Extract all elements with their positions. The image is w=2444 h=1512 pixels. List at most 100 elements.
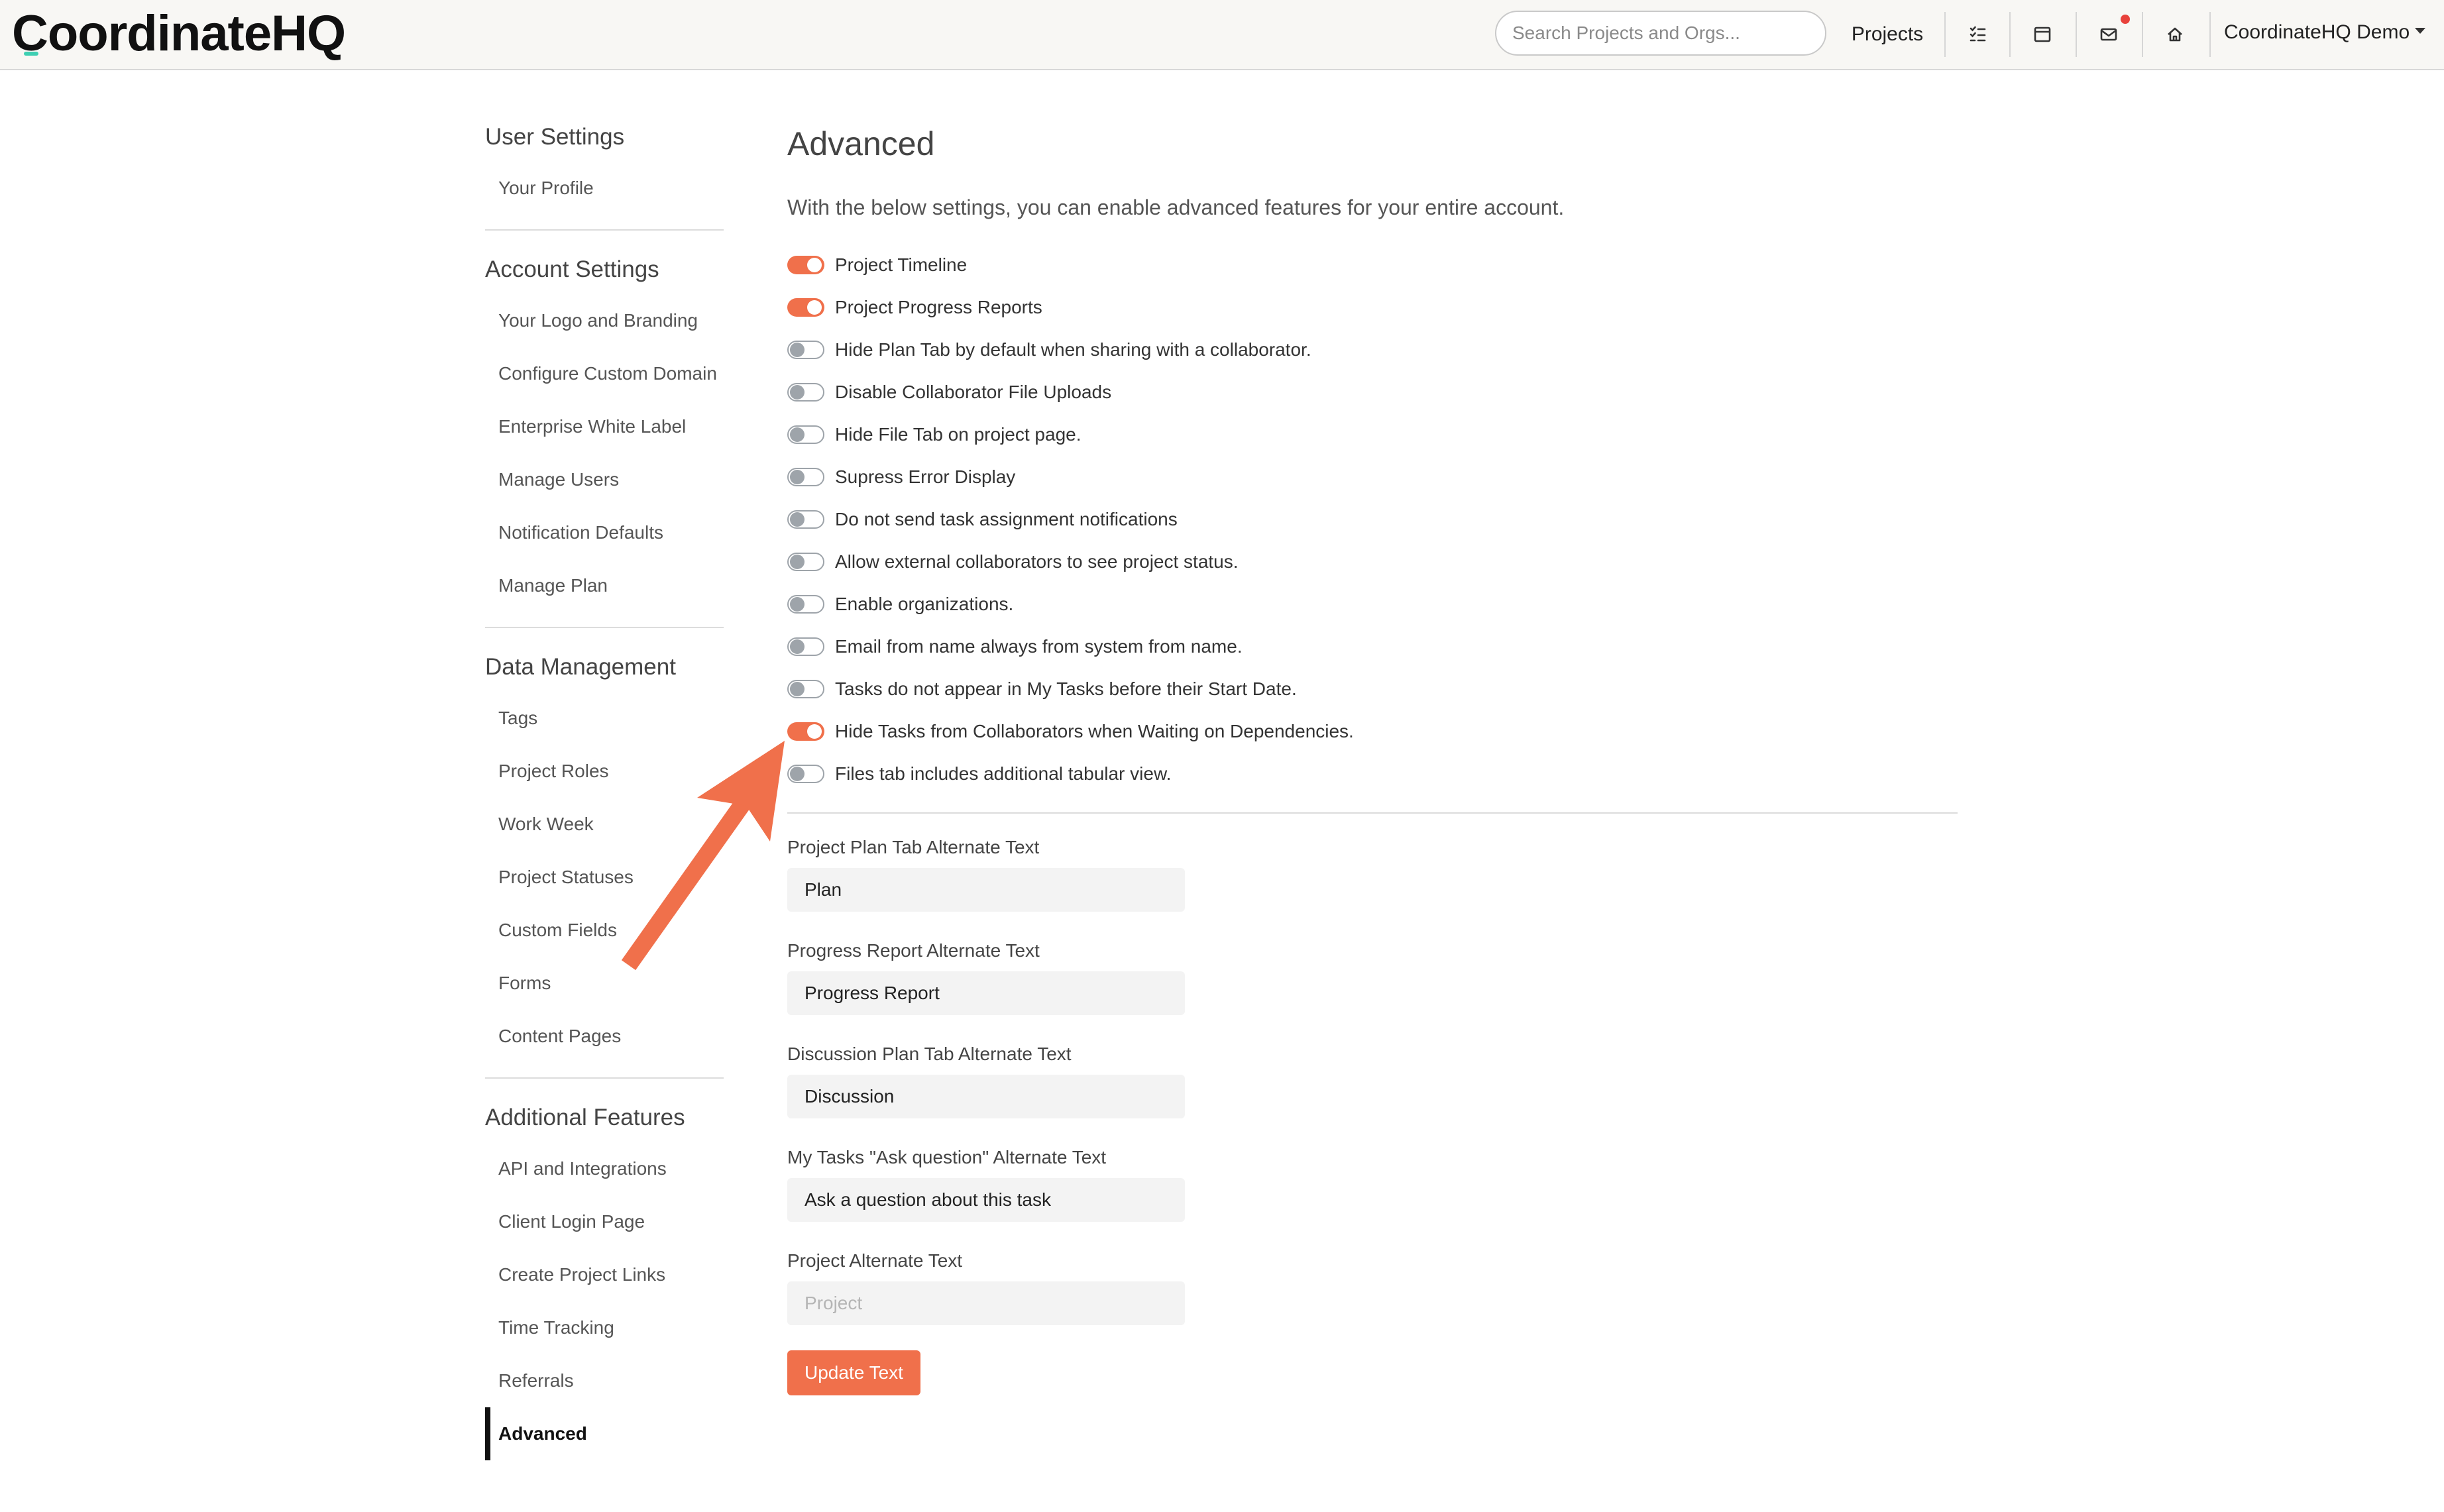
- toggle-row: Disable Collaborator File Uploads: [787, 371, 1958, 413]
- toggle-row: Hide File Tab on project page.: [787, 413, 1958, 456]
- account-label: CoordinateHQ Demo: [2224, 21, 2410, 43]
- progress-report-text-input[interactable]: [787, 971, 1185, 1015]
- toggle-knob: [790, 639, 805, 654]
- toggle-label: Supress Error Display: [835, 466, 1016, 487]
- sidebar-divider: [485, 1077, 724, 1079]
- ask-question-text-input[interactable]: [787, 1178, 1185, 1222]
- sidebar-heading-account-settings: Account Settings: [485, 256, 659, 282]
- toggle-row: Tasks do not appear in My Tasks before t…: [787, 668, 1958, 710]
- toggle-switch[interactable]: [787, 383, 824, 402]
- toggle-label: Hide File Tab on project page.: [835, 424, 1082, 445]
- toggle-knob: [807, 300, 822, 315]
- update-text-button[interactable]: Update Text: [787, 1350, 920, 1395]
- sidebar-item-create-project-links[interactable]: Create Project Links: [485, 1248, 724, 1301]
- toggle-knob: [790, 555, 805, 569]
- calendar-icon[interactable]: [2023, 15, 2062, 54]
- toggle-row: Do not send task assignment notification…: [787, 498, 1958, 541]
- toggle-knob: [790, 597, 805, 612]
- toggle-label: Project Progress Reports: [835, 297, 1042, 317]
- toggle-row: Hide Plan Tab by default when sharing wi…: [787, 329, 1958, 371]
- toggle-switch[interactable]: [787, 468, 824, 486]
- sidebar-item-manage-plan[interactable]: Manage Plan: [485, 559, 724, 612]
- caret-down-icon: [2415, 27, 2426, 34]
- search-input[interactable]: [1495, 11, 1826, 56]
- toggle-switch[interactable]: [787, 765, 824, 783]
- field-label-progress-report: Progress Report Alternate Text: [787, 940, 1040, 961]
- logo[interactable]: CoordinateHQ: [12, 4, 346, 64]
- toggle-knob: [807, 258, 822, 272]
- top-navbar: CoordinateHQ Projects CoordinateHQ Demo: [0, 0, 2444, 70]
- toggle-label: Do not send task assignment notification…: [835, 509, 1178, 529]
- toggle-switch[interactable]: [787, 680, 824, 698]
- project-text-input[interactable]: [787, 1281, 1185, 1325]
- nav-divider: [2209, 12, 2211, 57]
- toggle-knob: [807, 724, 822, 739]
- sidebar-item-manage-users[interactable]: Manage Users: [485, 453, 724, 506]
- logo-accent-mark: [24, 52, 38, 56]
- sidebar-item-time-tracking[interactable]: Time Tracking: [485, 1301, 724, 1354]
- sidebar-heading-user-settings: User Settings: [485, 124, 625, 150]
- account-menu[interactable]: CoordinateHQ Demo: [2224, 0, 2426, 69]
- sidebar-item-your-profile[interactable]: Your Profile: [485, 162, 724, 215]
- advanced-settings-panel: Advanced With the below settings, you ca…: [787, 119, 1958, 1395]
- sidebar-heading-data-management: Data Management: [485, 654, 676, 680]
- sidebar-item-forms[interactable]: Forms: [485, 957, 724, 1010]
- toggle-knob: [790, 427, 805, 442]
- nav-divider: [1944, 12, 1946, 57]
- sidebar-item-content-pages[interactable]: Content Pages: [485, 1010, 724, 1063]
- toggle-switch[interactable]: [787, 637, 824, 656]
- sidebar-item-advanced[interactable]: Advanced: [485, 1407, 724, 1460]
- sidebar-item-tags[interactable]: Tags: [485, 692, 724, 745]
- toggle-row: Enable organizations.: [787, 583, 1958, 625]
- plan-tab-text-input[interactable]: [787, 868, 1185, 912]
- toggle-switch[interactable]: [787, 425, 824, 444]
- toggle-label: Disable Collaborator File Uploads: [835, 382, 1112, 402]
- page-title: Advanced: [787, 125, 935, 162]
- sidebar-item-client-login-page[interactable]: Client Login Page: [485, 1195, 724, 1248]
- checklist-icon[interactable]: [1958, 15, 1997, 54]
- toggle-label: Enable organizations.: [835, 594, 1014, 614]
- sidebar-item-custom-fields[interactable]: Custom Fields: [485, 904, 724, 957]
- toggle-switch[interactable]: [787, 595, 824, 614]
- toggle-label: Allow external collaborators to see proj…: [835, 551, 1239, 572]
- page-description: With the below settings, you can enable …: [787, 195, 1565, 219]
- sidebar-heading-additional-features: Additional Features: [485, 1105, 685, 1130]
- toggle-row: Hide Tasks from Collaborators when Waiti…: [787, 710, 1958, 753]
- notification-dot: [2121, 15, 2130, 24]
- toggle-row: Files tab includes additional tabular vi…: [787, 753, 1958, 795]
- sidebar-item-project-statuses[interactable]: Project Statuses: [485, 851, 724, 904]
- toggle-row: Project Timeline: [787, 244, 1958, 286]
- settings-sidebar: User Settings Your Profile Account Setti…: [485, 113, 724, 1460]
- nav-divider: [2009, 12, 2011, 57]
- toggle-knob: [790, 512, 805, 527]
- sidebar-item-white-label[interactable]: Enterprise White Label: [485, 400, 724, 453]
- toggle-switch[interactable]: [787, 722, 824, 741]
- toggle-label: Project Timeline: [835, 254, 968, 275]
- field-label-ask-question: My Tasks "Ask question" Alternate Text: [787, 1147, 1107, 1167]
- sidebar-item-custom-domain[interactable]: Configure Custom Domain: [485, 347, 724, 400]
- section-divider: [787, 812, 1958, 814]
- toggle-switch[interactable]: [787, 341, 824, 359]
- nav-divider: [2076, 12, 2077, 57]
- sidebar-item-project-roles[interactable]: Project Roles: [485, 745, 724, 798]
- toggle-label: Files tab includes additional tabular vi…: [835, 763, 1172, 784]
- sidebar-item-referrals[interactable]: Referrals: [485, 1354, 724, 1407]
- alternate-text-form: Project Plan Tab Alternate Text Progress…: [787, 834, 1958, 1395]
- toggle-knob: [790, 767, 805, 781]
- toggle-label: Hide Plan Tab by default when sharing wi…: [835, 339, 1311, 360]
- nav-projects-link[interactable]: Projects: [1836, 0, 1939, 69]
- sidebar-item-work-week[interactable]: Work Week: [485, 798, 724, 851]
- home-icon[interactable]: [2155, 15, 2195, 54]
- toggle-list: Project Timeline Project Progress Reports…: [787, 244, 1958, 795]
- toggle-switch[interactable]: [787, 298, 824, 317]
- toggle-switch[interactable]: [787, 510, 824, 529]
- sidebar-item-notification-defaults[interactable]: Notification Defaults: [485, 506, 724, 559]
- sidebar-item-logo-branding[interactable]: Your Logo and Branding: [485, 294, 724, 347]
- sidebar-divider: [485, 229, 724, 231]
- toggle-label: Email from name always from system from …: [835, 636, 1243, 657]
- discussion-tab-text-input[interactable]: [787, 1075, 1185, 1118]
- toggle-switch[interactable]: [787, 553, 824, 571]
- toggle-switch[interactable]: [787, 256, 824, 274]
- toggle-knob: [790, 470, 805, 484]
- sidebar-item-api-integrations[interactable]: API and Integrations: [485, 1142, 724, 1195]
